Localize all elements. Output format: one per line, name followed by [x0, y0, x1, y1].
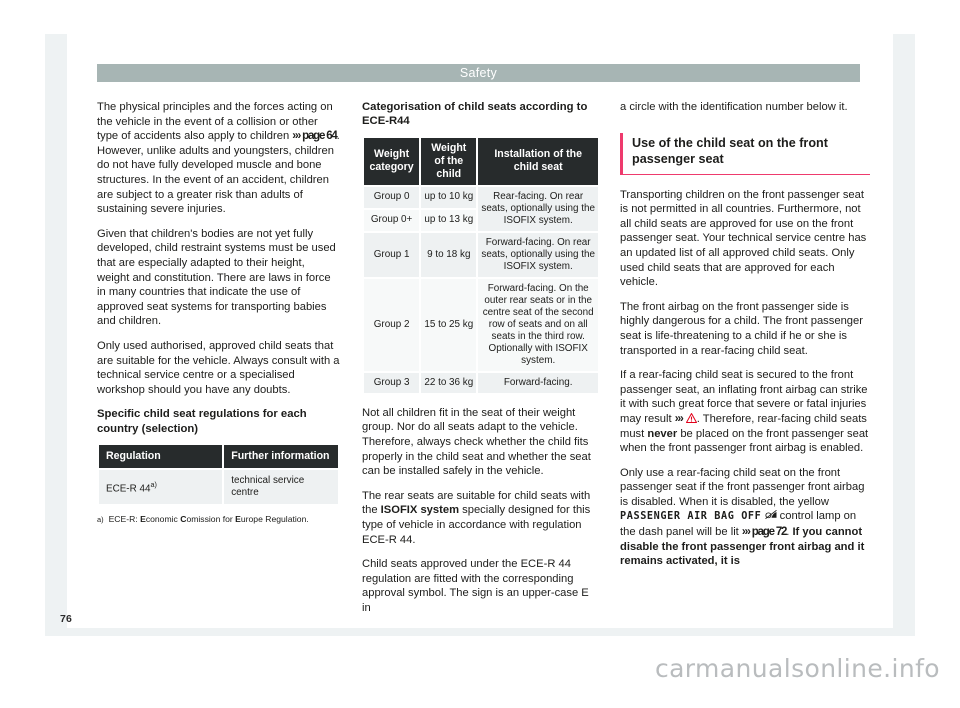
- site-watermark: carmanualsonline.info: [654, 654, 940, 683]
- cell-installation: Forward-facing. On the outer rear seats …: [478, 278, 598, 371]
- table-header-row: Regulation Further information: [99, 445, 338, 469]
- cell-installation: Forward-facing.: [478, 372, 598, 393]
- cell-weight: 15 to 25 kg: [421, 278, 477, 371]
- table-row: ECE-R 44a) technical service centre: [99, 470, 338, 505]
- section-heading-front-passenger-seat: Use of the child seat on the front passe…: [620, 132, 870, 175]
- cell-regulation: ECE-R 44a): [99, 470, 223, 505]
- cell-further-information: technical service centre: [224, 470, 338, 505]
- paragraph-child-restraint: Given that children's bodies are not yet…: [97, 227, 336, 328]
- page-viewer: Safety 76 The physical principles and th…: [0, 0, 960, 708]
- paragraph-isofix: The rear seats are suitable for child se…: [362, 489, 600, 547]
- cell-installation: Forward-facing. On rear seats, optionall…: [478, 232, 598, 277]
- column-left: The physical principles and the forces a…: [97, 100, 340, 525]
- paragraph-transporting-children: Transporting children on the front passe…: [620, 188, 867, 289]
- table-footnote: a) ECE-R: Economic Comission for Europe …: [97, 514, 340, 525]
- column-header-weight-of-child: Weight of the child: [421, 137, 477, 185]
- column-header-weight-category: Weight category: [364, 137, 420, 185]
- column-header-regulation: Regulation: [99, 445, 223, 469]
- column-right: a circle with the identification number …: [620, 100, 870, 569]
- column-middle: Categorisation of child seats according …: [362, 100, 600, 616]
- cell-group: Group 1: [364, 232, 420, 277]
- cell-group: Group 0+: [364, 209, 420, 231]
- footnote-part: ECE-R:: [108, 514, 141, 525]
- paragraph-airbag-disabled: Only use a rear-facing child seat on the…: [620, 466, 870, 569]
- page-reference-link[interactable]: ››› page 72: [742, 526, 788, 538]
- table-row: Group 2 15 to 25 kg Forward-facing. On t…: [364, 278, 598, 371]
- paragraph-front-airbag-danger: The front airbag on the front passenger …: [620, 300, 863, 357]
- column-header-installation: Installation of the child seat: [478, 137, 598, 185]
- paragraph-rear-facing-warning: If a rear-facing child seat is secured t…: [620, 368, 870, 456]
- cell-group: Group 0: [364, 186, 420, 208]
- reference-arrows[interactable]: ›››: [675, 413, 684, 425]
- text-run: . However, unlike adults and youngsters,…: [97, 130, 340, 216]
- table-row: Group 0 up to 10 kg Rear-facing. On rear…: [364, 186, 598, 231]
- paragraph-approved-seats: Only used authorised, approved child sea…: [97, 339, 340, 396]
- heading-categorisation: Categorisation of child seats according …: [362, 101, 588, 128]
- airbag-off-icon: [764, 510, 777, 525]
- page-reference-link[interactable]: ››› page 64: [292, 130, 338, 142]
- footnote-part: urope Regulation.: [240, 514, 309, 525]
- child-seat-category-table: Weight category Weight of the child Inst…: [362, 136, 600, 395]
- footnote-marker-label: a): [97, 515, 104, 525]
- page-number: 76: [60, 613, 73, 625]
- regulation-table: Regulation Further information ECE-R 44a…: [97, 443, 340, 506]
- warning-triangle-icon: [685, 412, 697, 427]
- table-header-row: Weight category Weight of the child Inst…: [364, 137, 598, 185]
- footnote-text: ECE-R: Economic Comission for Europe Reg…: [109, 514, 309, 525]
- heading-specific-regulations: Specific child seat regulations for each…: [97, 408, 307, 435]
- paragraph-fit-check: Not all children fit in the seat of thei…: [362, 406, 591, 478]
- cell-weight: 22 to 36 kg: [421, 372, 477, 393]
- cell-weight: up to 10 kg: [421, 186, 477, 208]
- table-row: Group 1 9 to 18 kg Forward-facing. On re…: [364, 232, 598, 277]
- indicator-label-passenger-airbag-off: PASSENGER AIR BAG OFF: [620, 511, 762, 523]
- emphasis-never: never: [647, 427, 678, 440]
- footnote-marker: a): [150, 479, 157, 489]
- term-isofix-system: ISOFIX system: [380, 504, 460, 517]
- cell-weight: 9 to 18 kg: [421, 232, 477, 277]
- cell-group: Group 3: [364, 372, 420, 393]
- footnote-part: omission for: [186, 514, 236, 525]
- paragraph-approval-symbol: Child seats approved under the ECE-R 44 …: [362, 558, 589, 614]
- cell-text: ECE-R 44: [106, 483, 151, 495]
- footnote-part: conomic: [145, 514, 181, 525]
- paragraph-circle-identification: a circle with the identification number …: [620, 101, 848, 113]
- text-run: Only use a rear-facing child seat on the…: [620, 466, 865, 508]
- cell-weight: up to 13 kg: [421, 209, 477, 231]
- paragraph-physical-principles: The physical principles and the forces a…: [97, 100, 340, 217]
- table-row: Group 3 22 to 36 kg Forward-facing.: [364, 372, 598, 393]
- running-header-title: Safety: [459, 66, 498, 80]
- cell-group: Group 2: [364, 278, 420, 371]
- column-header-further-information: Further information: [224, 445, 338, 469]
- cell-installation: Rear-facing. On rear seats, optionally u…: [478, 186, 598, 231]
